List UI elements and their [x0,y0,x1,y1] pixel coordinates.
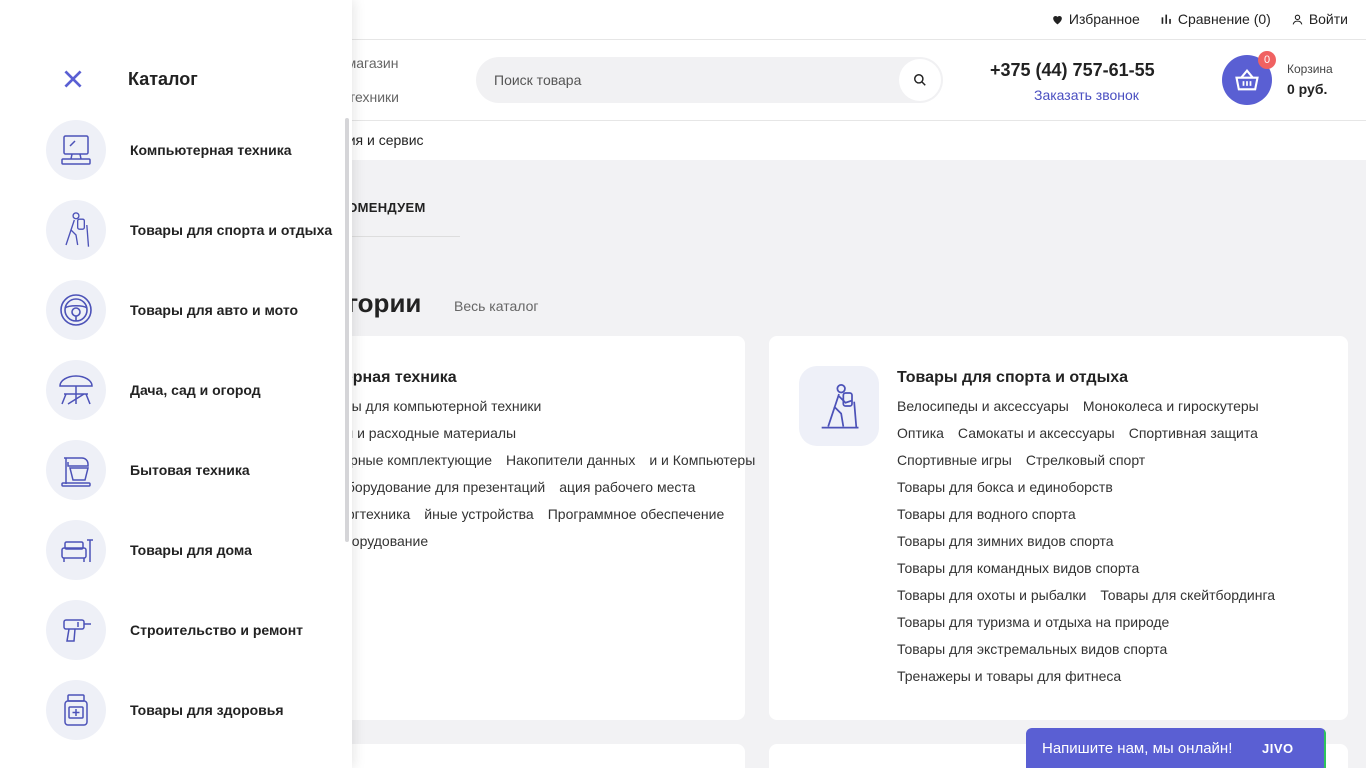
catalog-title: Каталог [128,69,198,89]
favorites-label: Избранное [1068,11,1140,27]
card-link[interactable]: Велосипеды и аксессуары [897,393,1069,420]
chat-text: Напишите нам, мы онлайн! [1042,740,1233,757]
search-input[interactable] [494,57,894,103]
sidebar-item-health[interactable]: Товары для здоровья [46,680,342,740]
sidebar-item-label: Товары для здоровья [130,702,284,718]
card-link[interactable]: ация рабочего места [559,474,695,501]
cart-label: Корзина [1287,62,1333,76]
card-link[interactable]: Товары для командных видов спорта [897,555,1317,582]
card-link[interactable]: йные устройства [424,501,533,528]
card-link[interactable]: Тренажеры и товары для фитнеса [897,663,1121,690]
sidebar-item-appliances[interactable]: Бытовая техника [46,440,342,500]
card-link[interactable]: и и Компьютеры [649,447,755,474]
sidebar-item-label: Бытовая техника [130,462,250,478]
card-link[interactable]: Товары для скейтбординга [1100,582,1275,609]
steering-wheel-icon [60,294,92,326]
sidebar-item-label: Товары для авто и мото [130,302,299,318]
card-link[interactable]: жи и расходные материалы [336,420,766,447]
sidebar-item-label: Компьютерная техника [130,142,292,158]
sidebar-item-computers[interactable]: Компьютерная техника [46,120,342,180]
search-icon [914,74,926,86]
card-link[interactable]: Моноколеса и гироскутеры [1083,393,1259,420]
card-link[interactable]: Товары для охоты и рыбалки [897,582,1086,609]
medicine-jar-icon [64,694,88,726]
cart-count-badge: 0 [1258,51,1276,69]
sidebar-item-sport[interactable]: Товары для спорта и отдыха [46,200,342,260]
card-link[interactable]: Товары для водного спорта [897,501,1317,528]
card-icon-box [799,366,879,446]
search-box [476,57,943,103]
card-link[interactable]: Оборудование для презентаций [336,474,545,501]
login-link[interactable]: Войти [1291,11,1348,27]
mixer-icon [61,457,91,487]
search-button[interactable] [899,59,941,101]
compare-link[interactable]: Сравнение (0) [1160,11,1271,27]
card-link[interactable]: ары для компьютерной техники [336,393,541,420]
sidebar-item-construction[interactable]: Строительство и ремонт [46,600,342,660]
callback-link[interactable]: Заказать звонок [1034,87,1139,103]
favorites-link[interactable]: Избранное [1051,11,1140,27]
computer-icon [61,135,91,165]
card-link[interactable]: Товары для бокса и единоборств [897,474,1317,501]
category-card-sport: Товары для спорта и отдыха Велосипеды и … [769,336,1348,720]
sidebar-item-label: Строительство и ремонт [130,622,304,638]
card-links: Велосипеды и аксессуары Моноколеса и гир… [897,393,1317,690]
card-link[interactable]: терные комплектующие [336,447,492,474]
card-link[interactable]: Товары для туризма и отдыха на природе [897,609,1317,636]
card-title[interactable]: терная техника [336,369,457,387]
hiker-icon [821,384,859,429]
hiker-icon [65,212,90,247]
sidebar-item-label: Товары для спорта и отдыха [130,222,333,238]
user-icon [1292,14,1303,25]
compare-bars-icon [1161,14,1171,24]
login-label: Войти [1308,11,1348,27]
sidebar-item-garden[interactable]: Дача, сад и огород [46,360,342,420]
all-catalog-link[interactable]: Весь каталог [454,298,538,314]
heart-icon [1053,15,1062,24]
chat-status-indicator [1324,728,1326,768]
card-link[interactable]: Накопители данных [506,447,635,474]
card-link[interactable]: Оптика [897,420,944,447]
card-link[interactable]: Товары для зимних видов спорта [897,528,1317,555]
card-link[interactable]: Спортивные игры [897,447,1012,474]
sidebar-item-auto[interactable]: Товары для авто и мото [46,280,342,340]
jivo-logo: JIVO [1262,741,1294,756]
card-link[interactable]: Программное обеспечение [548,501,725,528]
cart-sum: 0 руб. [1287,81,1328,97]
top-links: Избранное Сравнение (0) Войти [1051,11,1348,27]
catalog-sidebar: Каталог Компьютерная техника Товары для … [0,0,352,768]
drill-icon [63,619,91,642]
card-link[interactable]: Самокаты и аксессуары [958,420,1115,447]
compare-label: Сравнение (0) [1177,11,1271,27]
sidebar-item-label: Товары для дома [130,542,252,558]
phone-number[interactable]: +375 (44) 757-61-55 [990,60,1155,81]
chat-widget[interactable]: Напишите нам, мы онлайн! JIVO [1026,728,1326,768]
basket-icon [1235,69,1259,91]
card-link[interactable]: Товары для экстремальных видов спорта [897,636,1317,663]
card-links: ары для компьютерной техники жи и расход… [336,393,766,555]
sidebar-item-label: Дача, сад и огород [130,382,261,398]
garden-umbrella-icon [59,375,93,405]
card-link[interactable]: Спортивная защита [1129,420,1258,447]
card-title[interactable]: Товары для спорта и отдыха [897,369,1128,387]
card-link[interactable]: Стрелковый спорт [1026,447,1145,474]
sofa-icon [61,539,93,562]
sidebar-scrollbar[interactable] [345,118,349,542]
close-icon[interactable] [60,66,86,92]
sidebar-item-home[interactable]: Товары для дома [46,520,342,580]
